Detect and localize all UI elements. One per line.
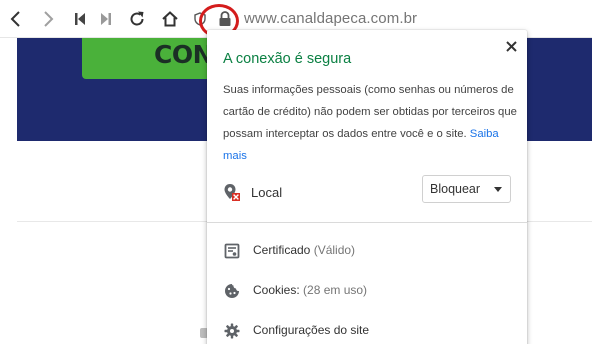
close-button[interactable] [503, 38, 519, 54]
home-icon [162, 11, 178, 27]
certificate-text: Certificado [253, 243, 311, 257]
cookies-text: Cookies: [253, 283, 300, 297]
reload-button[interactable] [126, 8, 148, 30]
dropdown-arrow-icon [494, 187, 502, 192]
banner-button-label: CON [154, 40, 214, 69]
site-info-popup: A conexão é segura Suas informações pess… [207, 30, 527, 344]
location-permission-select[interactable]: Bloquear [422, 175, 511, 203]
cookie-icon [225, 284, 239, 298]
skip-back-button[interactable] [69, 8, 91, 30]
certificate-icon [224, 243, 240, 259]
back-arrow-icon [10, 11, 20, 27]
forward-arrow-icon [44, 11, 54, 27]
popup-title: A conexão é segura [223, 51, 352, 67]
url-bar[interactable]: www.canaldapeca.com.br [244, 10, 417, 27]
skip-forward-icon [101, 13, 111, 25]
site-settings-item[interactable]: Configurações do site [207, 316, 527, 344]
back-button[interactable] [5, 8, 27, 30]
select-value: Bloquear [430, 182, 481, 196]
cookies-count: (28 em uso) [303, 283, 368, 297]
skip-forward-button[interactable] [95, 8, 117, 30]
location-blocked-icon [224, 184, 240, 201]
site-settings-label: Configurações do site [253, 323, 370, 337]
close-icon [505, 40, 517, 52]
certificate-item[interactable]: Certificado (Válido) [207, 236, 527, 266]
reload-icon [130, 11, 144, 26]
certificate-label: Certificado (Válido) [253, 243, 355, 257]
popup-divider [207, 222, 527, 223]
cookies-item[interactable]: Cookies: (28 em uso) [207, 276, 527, 306]
security-description: Suas informações pessoais (como senhas o… [223, 79, 523, 167]
skip-back-icon [75, 13, 85, 25]
cookies-label: Cookies: (28 em uso) [253, 283, 367, 297]
forward-button[interactable] [37, 8, 59, 30]
certificate-status: (Válido) [313, 243, 356, 257]
gear-icon [224, 323, 240, 339]
permission-row-location: Local Bloquear [207, 175, 527, 211]
home-button[interactable] [159, 8, 181, 30]
location-label: Local [251, 185, 283, 200]
